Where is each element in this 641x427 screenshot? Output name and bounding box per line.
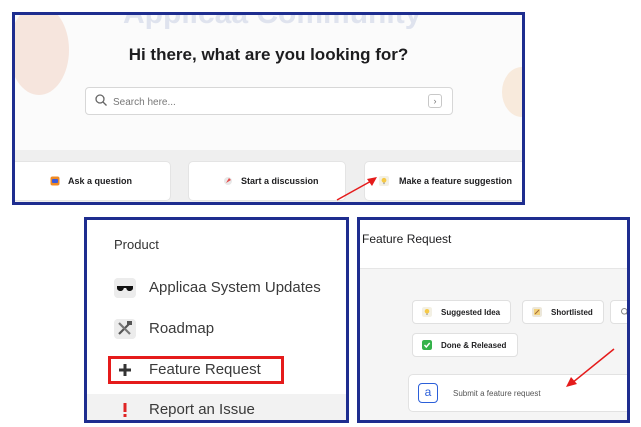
filter-done-released[interactable]: Done & Released bbox=[412, 333, 518, 357]
community-banner-title: Applicaa Community bbox=[123, 12, 422, 30]
ask-question-button[interactable]: Ask a question bbox=[15, 161, 171, 201]
user-avatar: a bbox=[418, 383, 438, 403]
sunglasses-icon bbox=[114, 278, 136, 298]
search-submit-button[interactable]: › bbox=[428, 94, 442, 108]
community-home-panel: Applicaa Community Hi there, what are yo… bbox=[12, 12, 525, 205]
memo-icon bbox=[532, 307, 542, 317]
search-icon bbox=[621, 308, 627, 315]
filter-shortlisted[interactable]: Shortlisted bbox=[522, 300, 604, 324]
decorative-blob bbox=[502, 67, 522, 117]
filter-label: Suggested Idea bbox=[441, 308, 501, 317]
rocket-icon bbox=[224, 177, 232, 185]
product-nav-panel: Product Applicaa System Updates Roadmap … bbox=[84, 217, 349, 423]
highlight-box bbox=[108, 356, 284, 384]
exclamation-icon bbox=[123, 403, 127, 417]
start-discussion-label: Start a discussion bbox=[241, 176, 319, 186]
page-title: Feature Request bbox=[362, 232, 452, 246]
filter-label: Shortlisted bbox=[551, 308, 593, 317]
check-icon bbox=[422, 340, 432, 350]
filter-label: Done & Released bbox=[441, 341, 507, 350]
search-icon bbox=[95, 94, 107, 106]
feature-request-panel: Feature Request Suggested Idea Shortlist… bbox=[357, 217, 630, 423]
greeting-heading: Hi there, what are you looking for? bbox=[128, 45, 409, 64]
submit-feature-request-placeholder: Submit a feature request bbox=[453, 389, 541, 398]
feature-suggestion-button[interactable]: Make a feature suggestion bbox=[364, 161, 522, 201]
search-input[interactable] bbox=[111, 90, 415, 114]
nav-item-label: Roadmap bbox=[149, 320, 215, 337]
tools-icon bbox=[114, 319, 136, 339]
nav-item-label: Report an Issue bbox=[149, 401, 255, 418]
lightbulb-icon bbox=[379, 176, 389, 186]
filter-search[interactable] bbox=[610, 300, 627, 324]
chat-bubble-icon bbox=[50, 176, 60, 186]
filter-suggested-idea[interactable]: Suggested Idea bbox=[412, 300, 511, 324]
search-box[interactable]: › bbox=[85, 87, 453, 115]
page-header: Feature Request bbox=[360, 220, 627, 269]
nav-item-label: Applicaa System Updates bbox=[149, 279, 321, 296]
ask-question-label: Ask a question bbox=[68, 176, 133, 186]
feature-suggestion-label: Make a feature suggestion bbox=[399, 176, 513, 186]
nav-section-heading: Product bbox=[114, 237, 159, 252]
submit-feature-request-box[interactable]: a Submit a feature request bbox=[408, 374, 627, 412]
nav-item-roadmap[interactable]: Roadmap bbox=[87, 313, 346, 345]
lightbulb-icon bbox=[422, 307, 432, 317]
nav-item-report-issue[interactable]: Report an Issue bbox=[87, 394, 346, 420]
nav-item-system-updates[interactable]: Applicaa System Updates bbox=[87, 272, 346, 304]
start-discussion-button[interactable]: Start a discussion bbox=[188, 161, 346, 201]
